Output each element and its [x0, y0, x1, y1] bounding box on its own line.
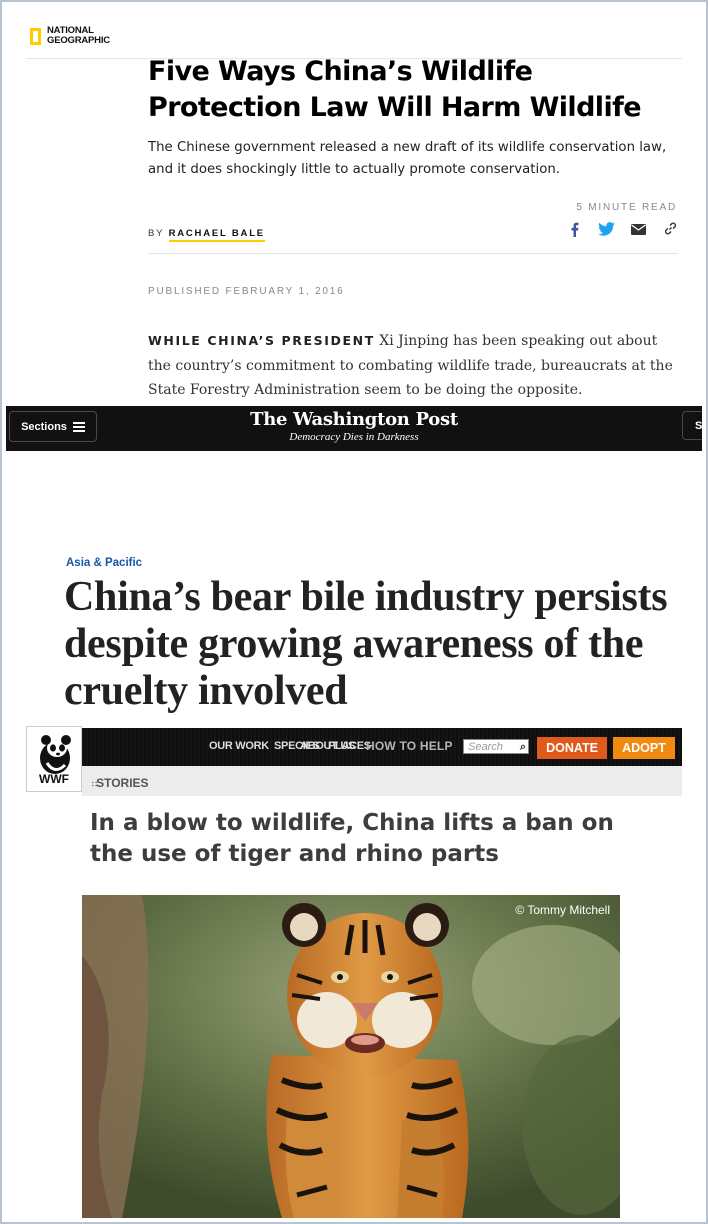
article-dek: The Chinese government released a new dr…	[148, 140, 667, 177]
byline: BY RACHAEL BALE	[148, 228, 265, 242]
byline-divider	[148, 253, 678, 254]
read-time: 5 MINUTE READ	[576, 202, 677, 213]
wapo-headline: China’s bear bile industry persists desp…	[64, 574, 668, 714]
natgeo-logo-text: NATIONAL GEOGRAPHIC	[47, 25, 110, 46]
natgeo-article: NATIONAL GEOGRAPHIC Five Ways China’s Wil…	[0, 0, 708, 405]
wapo-tagline: Democracy Dies in Darkness	[289, 431, 419, 443]
wwf-logo[interactable]: WWF	[26, 726, 82, 792]
body-leadin: WHILE CHINA’S PRESIDENT	[148, 333, 375, 348]
email-icon[interactable]	[630, 222, 647, 239]
share-bar	[566, 222, 679, 239]
published-date: PUBLISHED FEBRUARY 1, 2016	[148, 286, 345, 297]
section-kicker[interactable]: Asia & Pacific	[66, 557, 142, 569]
facebook-icon[interactable]	[566, 222, 583, 239]
link-icon[interactable]	[662, 222, 679, 239]
article-title: Five Ways China’s Wildlife Protection La…	[148, 56, 642, 123]
wwf-logo-text: WWF	[39, 772, 69, 786]
nav-our-work[interactable]: OUR WORK	[209, 740, 269, 752]
natgeo-logo[interactable]: NATIONAL GEOGRAPHIC	[30, 26, 110, 46]
wapo-logo: The Washington Post	[250, 409, 458, 430]
adopt-button[interactable]: ADOPT	[613, 737, 675, 759]
panda-icon	[40, 735, 71, 774]
wapo-masthead[interactable]: The Washington Post Democracy Dies in Da…	[6, 409, 702, 444]
stories-link[interactable]: ∷STORIES	[92, 776, 149, 790]
byline-prefix: BY	[148, 228, 165, 239]
natgeo-yellow-border-icon	[30, 27, 41, 45]
wapo-header-bar: Sections The Washington Post Democracy D…	[6, 406, 702, 451]
nav-places[interactable]: PLACES	[328, 740, 371, 752]
wwf-nav-bar: OUR WORK SPECIES ABOUT US PLACES HOW TO …	[82, 728, 682, 766]
article-body: WHILE CHINA’S PRESIDENT Xi Jinping has b…	[148, 329, 678, 403]
nav-how-to-help[interactable]: HOW TO HELP	[366, 739, 453, 753]
donate-button[interactable]: DONATE	[537, 737, 607, 759]
sign-in-button[interactable]: Si	[682, 411, 702, 440]
search-icon[interactable]: ⌕	[520, 740, 526, 755]
wwf-stories-bar: ∷STORIES	[82, 766, 682, 796]
author-link[interactable]: RACHAEL BALE	[168, 228, 265, 242]
wwf-headline: In a blow to wildlife, China lifts a ban…	[90, 810, 614, 867]
tiger-photo: © Tommy Mitchell	[82, 895, 620, 1218]
photo-credit: © Tommy Mitchell	[515, 903, 610, 917]
wwf-header: WWF OUR WORK SPECIES ABOUT US PLACES HOW…	[26, 726, 682, 796]
search-input[interactable]: Search ⌕	[463, 739, 529, 754]
search-placeholder: Search	[468, 741, 503, 753]
tiger-image	[82, 895, 620, 1218]
twitter-icon[interactable]	[598, 222, 615, 239]
